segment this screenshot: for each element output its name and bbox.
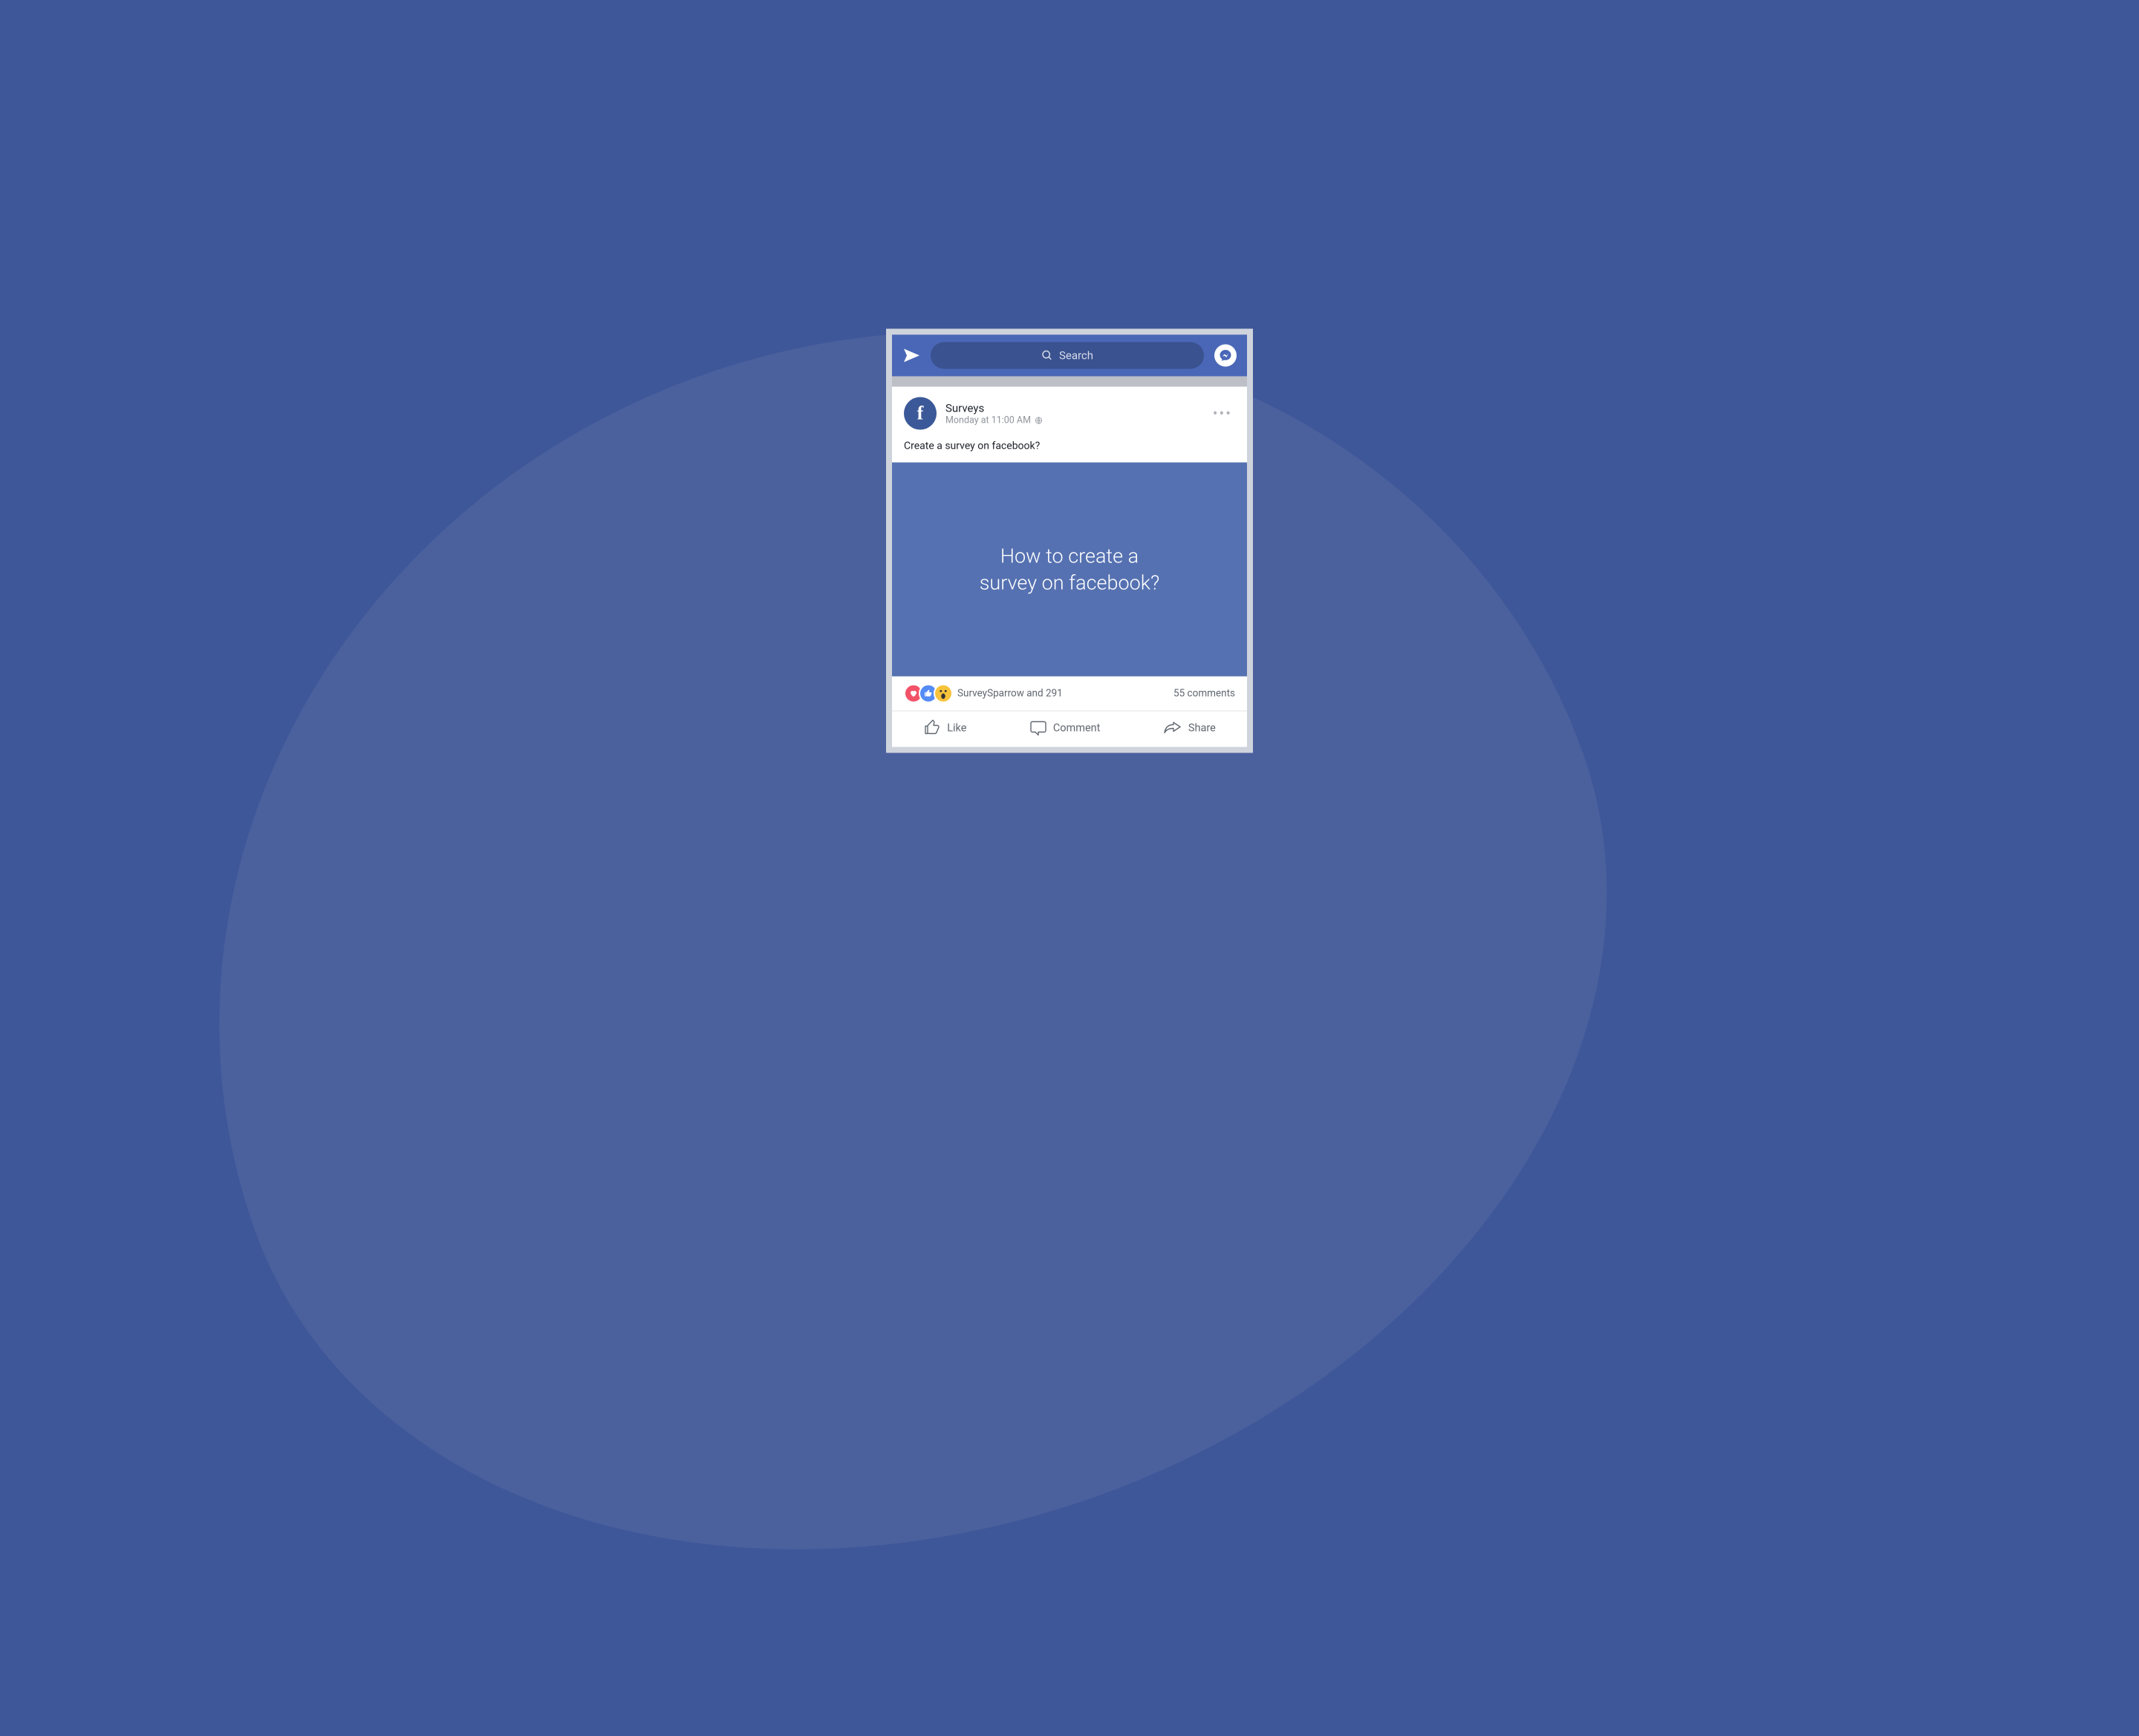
post: f Surveys Monday at 11:00 AM ••• Create … [892,387,1247,747]
share-icon [1163,719,1182,737]
messenger-button[interactable] [1214,345,1237,367]
send-icon[interactable] [902,347,920,365]
wow-reaction-icon [934,684,953,703]
comment-button[interactable]: Comment [1029,719,1101,737]
engagement-bar: SurveySparrow and 291 55 comments [892,677,1247,712]
author-name[interactable]: Surveys [945,401,1043,415]
search-placeholder: Search [1059,349,1093,363]
reaction-icons[interactable] [904,684,948,703]
comment-icon [1029,719,1047,737]
like-button[interactable]: Like [923,719,966,737]
post-media[interactable]: How to create a survey on facebook? [892,463,1247,677]
like-label: Like [947,721,966,734]
post-body-text: Create a survey on facebook? [892,435,1247,463]
share-label: Share [1188,721,1216,734]
comments-count[interactable]: 55 comments [1173,688,1235,700]
search-input[interactable]: Search [931,342,1204,369]
post-media-text: How to create a survey on facebook? [980,542,1160,596]
post-header: f Surveys Monday at 11:00 AM ••• [892,387,1247,435]
feed-card: Search f Surveys Monday at 11:00 AM [886,329,1253,753]
comment-label: Comment [1053,721,1101,734]
share-button[interactable]: Share [1163,719,1216,737]
post-menu-button[interactable]: ••• [1213,405,1235,423]
avatar[interactable]: f [904,397,937,430]
post-timestamp[interactable]: Monday at 11:00 AM [945,415,1031,426]
search-icon [1041,350,1053,362]
post-meta: Monday at 11:00 AM [945,415,1043,426]
privacy-public-icon [1035,416,1043,424]
reaction-summary[interactable]: SurveySparrow and 291 [957,688,1063,700]
divider-strip [892,377,1247,387]
topbar: Search [892,335,1247,377]
like-icon [923,719,941,737]
action-bar: Like Comment Share [892,712,1247,747]
